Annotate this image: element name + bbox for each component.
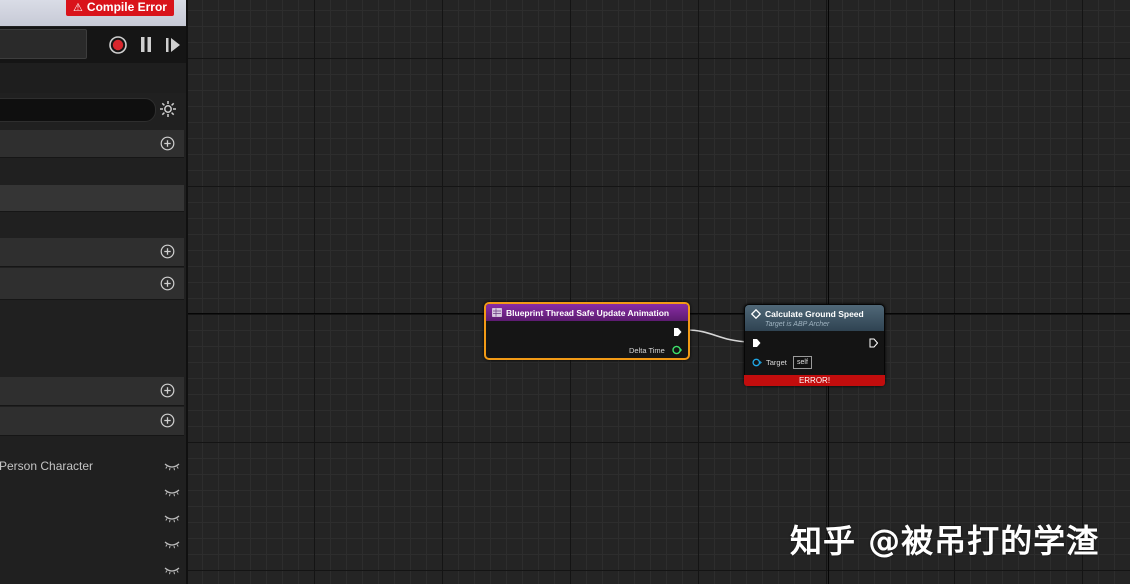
category-graphs[interactable] (0, 130, 184, 158)
record-icon[interactable] (108, 35, 128, 55)
search-input[interactable] (0, 98, 156, 122)
node-title: Blueprint Thread Safe Update Animation (506, 308, 670, 318)
node-calculate-ground-speed[interactable]: Calculate Ground Speed Target is ABP Arc… (744, 304, 885, 386)
variable-row[interactable] (0, 482, 184, 504)
eye-closed-icon[interactable] (163, 538, 181, 550)
node-header: Blueprint Thread Safe Update Animation (486, 304, 688, 321)
node-title: Calculate Ground Speed (765, 309, 864, 319)
variable-row[interactable] (0, 508, 184, 530)
exec-wire (685, 329, 751, 343)
category-macros[interactable] (0, 268, 184, 300)
error-banner: ERROR! (744, 375, 885, 386)
compile-error-label: Compile Error (86, 0, 167, 14)
variable-row[interactable] (0, 560, 184, 582)
panel-header (0, 63, 186, 93)
toolbar-strip: ⚠ Compile Error (0, 0, 186, 26)
settings-icon[interactable] (158, 99, 178, 119)
node-blueprint-thread-safe-update-animation[interactable]: Blueprint Thread Safe Update Animation D… (484, 302, 690, 360)
debug-toolbar (0, 27, 186, 63)
node-subtitle: Target is ABP Archer (765, 321, 830, 328)
pin-label: Target (766, 358, 787, 367)
category-event-dispatchers[interactable] (0, 377, 184, 406)
target-default-value[interactable]: self (793, 356, 812, 369)
eye-closed-icon[interactable] (163, 564, 181, 576)
plus-icon[interactable] (160, 136, 175, 151)
compile-error-button[interactable]: ⚠ Compile Error (66, 0, 174, 16)
variable-label: Person Character (0, 459, 94, 473)
eye-closed-icon[interactable] (163, 486, 181, 498)
eye-closed-icon[interactable] (163, 460, 181, 472)
plus-icon[interactable] (160, 244, 175, 259)
category-functions[interactable] (0, 238, 184, 267)
category-variables[interactable] (0, 407, 184, 436)
pause-icon[interactable] (138, 35, 154, 55)
node-header: Calculate Ground Speed Target is ABP Arc… (745, 305, 884, 331)
debug-object-selector[interactable] (0, 29, 87, 59)
plus-icon[interactable] (160, 276, 175, 291)
exec-pin-icon[interactable] (752, 338, 761, 348)
graph-canvas[interactable]: Blueprint Thread Safe Update Animation D… (188, 0, 1130, 584)
exec-pin-icon[interactable] (869, 338, 878, 348)
variable-row[interactable] (0, 534, 184, 556)
function-icon (492, 308, 502, 317)
graph-origin-line (828, 0, 829, 584)
plus-icon[interactable] (160, 413, 175, 428)
function-call-icon (751, 309, 761, 319)
plus-icon[interactable] (160, 383, 175, 398)
warning-icon: ⚠ (73, 2, 83, 14)
variable-row[interactable]: Person Character (0, 456, 184, 478)
float-pin-icon[interactable] (672, 345, 682, 355)
my-blueprint-panel: ⚠ Compile Error Person Character (0, 0, 188, 584)
object-pin-icon[interactable] (752, 358, 762, 367)
pin-label: Delta Time (629, 346, 665, 355)
step-icon[interactable] (164, 35, 182, 55)
eye-closed-icon[interactable] (163, 512, 181, 524)
watermark: 知乎 @被吊打的学渣 (790, 522, 1100, 560)
category-animation-graphs[interactable] (0, 185, 184, 212)
exec-pin-icon[interactable] (673, 327, 682, 337)
